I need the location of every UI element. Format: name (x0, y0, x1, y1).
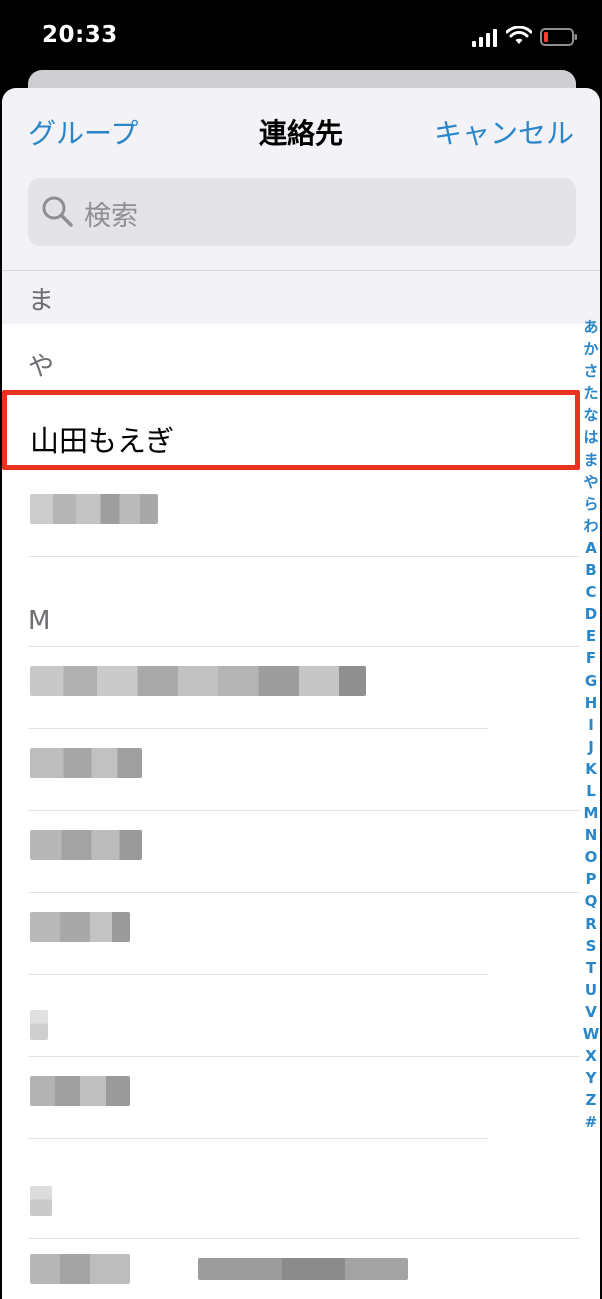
index-letter[interactable]: Z (581, 1089, 600, 1111)
status-bar: 20:33 (0, 0, 602, 70)
blurred-contact[interactable] (30, 1010, 48, 1040)
index-letter[interactable]: R (581, 913, 600, 935)
blurred-contact[interactable] (30, 830, 142, 860)
wifi-icon (506, 26, 532, 44)
index-letter[interactable]: や (581, 471, 600, 493)
index-letter[interactable]: G (581, 670, 600, 692)
cellular-signal-icon (472, 29, 497, 47)
index-letter[interactable]: T (581, 957, 600, 979)
index-letter[interactable]: た (581, 382, 600, 404)
index-letter[interactable]: I (581, 714, 600, 736)
contact-list[interactable]: や 山田もえぎ M (2, 324, 600, 1299)
index-letter[interactable]: あ (581, 316, 600, 338)
index-letter[interactable]: は (581, 426, 600, 448)
section-header-m: M (28, 606, 51, 636)
index-letter[interactable]: さ (581, 360, 600, 382)
index-letter[interactable]: W (581, 1023, 600, 1045)
index-letter[interactable]: U (581, 979, 600, 1001)
contacts-sheet: 連絡先 グループ キャンセル 検索 ま や 山田もえぎ M あ か さ た な … (2, 88, 600, 1299)
index-letter[interactable]: H (581, 692, 600, 714)
index-letter[interactable]: L (581, 780, 600, 802)
index-letter[interactable]: K (581, 758, 600, 780)
index-letter[interactable]: A (581, 537, 600, 559)
index-letter[interactable]: X (581, 1045, 600, 1067)
index-letter[interactable]: N (581, 824, 600, 846)
section-header-ma: ま (28, 286, 55, 316)
row-separator (28, 728, 488, 729)
index-letter[interactable]: Q (581, 890, 600, 912)
battery-icon (540, 28, 577, 46)
index-letter[interactable]: わ (581, 515, 600, 537)
index-letter[interactable]: C (581, 581, 600, 603)
index-letter[interactable]: O (581, 846, 600, 868)
row-separator (28, 1238, 580, 1239)
blurred-contact[interactable] (30, 494, 158, 524)
groups-button[interactable]: グループ (28, 112, 138, 152)
blurred-contact[interactable] (30, 748, 142, 778)
row-separator (28, 1056, 580, 1057)
cancel-button[interactable]: キャンセル (434, 112, 574, 152)
highlight-box (2, 390, 580, 470)
index-letter[interactable]: F (581, 647, 600, 669)
search-input[interactable]: 検索 (28, 178, 576, 246)
blurred-contact[interactable] (30, 1076, 130, 1106)
blurred-contact[interactable] (30, 1186, 52, 1216)
index-letter[interactable]: B (581, 559, 600, 581)
divider (2, 270, 600, 271)
index-letter[interactable]: S (581, 935, 600, 957)
row-separator (28, 892, 580, 893)
index-letter[interactable]: D (581, 603, 600, 625)
blurred-contact[interactable] (30, 912, 130, 942)
index-letter[interactable]: # (581, 1111, 600, 1133)
status-time: 20:33 (42, 22, 118, 48)
index-letter[interactable]: な (581, 404, 600, 426)
blurred-contact-detail (198, 1258, 408, 1280)
section-index[interactable]: あかさたなはまやらわ A B C D E F G H I J K L M N O P Q R S T U V W X Y Z # (581, 316, 600, 1133)
index-letter[interactable]: E (581, 625, 600, 647)
index-letter[interactable]: J (581, 736, 600, 758)
row-separator (28, 974, 488, 975)
index-letter[interactable]: V (581, 1001, 600, 1023)
index-letter[interactable]: P (581, 868, 600, 890)
blurred-contact[interactable] (30, 666, 366, 696)
search-icon (42, 196, 73, 227)
search-placeholder: 検索 (84, 201, 138, 232)
index-letter[interactable]: ら (581, 493, 600, 515)
row-separator (28, 810, 580, 811)
section-header-ya: や (28, 352, 55, 382)
blurred-contact[interactable] (30, 1254, 130, 1284)
index-letter[interactable]: M (581, 802, 600, 824)
index-letter[interactable]: か (581, 338, 600, 360)
index-letter[interactable]: Y (581, 1067, 600, 1089)
row-separator (28, 556, 580, 557)
row-separator (28, 1138, 488, 1139)
index-letter[interactable]: ま (581, 449, 600, 471)
row-separator (28, 646, 580, 647)
